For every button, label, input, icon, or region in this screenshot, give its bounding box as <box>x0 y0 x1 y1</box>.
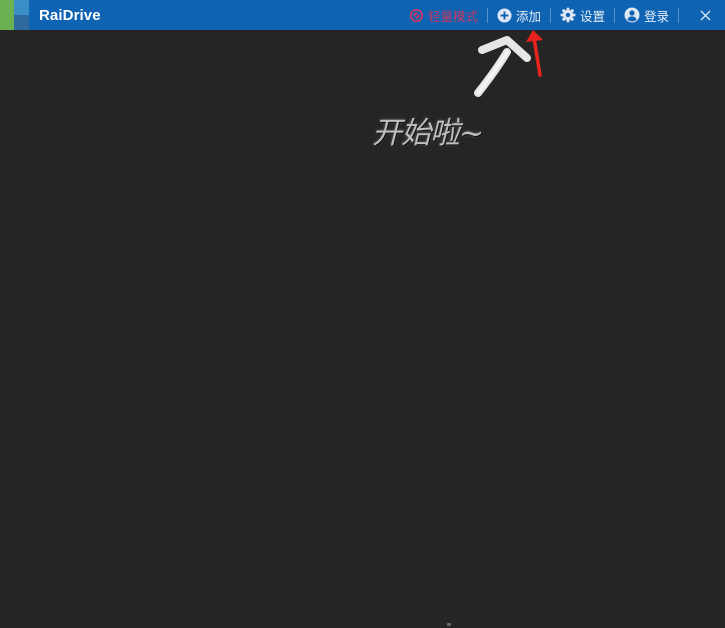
add-button[interactable]: 添加 <box>497 0 541 30</box>
settings-label: 设置 <box>579 8 605 24</box>
toolbar-divider <box>486 7 488 23</box>
red-arrow-icon <box>526 30 543 77</box>
title-bar: RaiDrive 轻量模式 添加 设置 登录 <box>0 0 725 30</box>
user-circle-icon <box>624 7 640 23</box>
close-icon <box>699 6 711 25</box>
block-icon <box>409 8 424 23</box>
app-logo <box>0 0 29 30</box>
premium-label: 轻量模式 <box>427 8 478 24</box>
toolbar: 轻量模式 添加 设置 登录 <box>409 0 725 30</box>
premium-button[interactable]: 轻量模式 <box>409 0 478 30</box>
login-label: 登录 <box>643 8 669 24</box>
white-arrow-icon <box>474 36 531 97</box>
toolbar-divider <box>613 7 615 23</box>
plus-circle-icon <box>497 7 512 23</box>
settings-button[interactable]: 设置 <box>560 0 605 30</box>
bottom-marker <box>447 623 451 626</box>
annotation-text: 开始啦~ <box>372 116 484 151</box>
login-button[interactable]: 登录 <box>624 0 669 30</box>
toolbar-divider <box>678 7 679 23</box>
close-button[interactable] <box>690 0 720 30</box>
annotation-arrows <box>474 30 543 97</box>
toolbar-divider <box>549 7 551 23</box>
add-label: 添加 <box>515 8 541 24</box>
raidrive-window: RaiDrive 轻量模式 添加 设置 登录 开始啦~ <box>0 0 725 628</box>
app-title: RaiDrive <box>39 6 101 24</box>
gear-icon <box>560 7 576 23</box>
